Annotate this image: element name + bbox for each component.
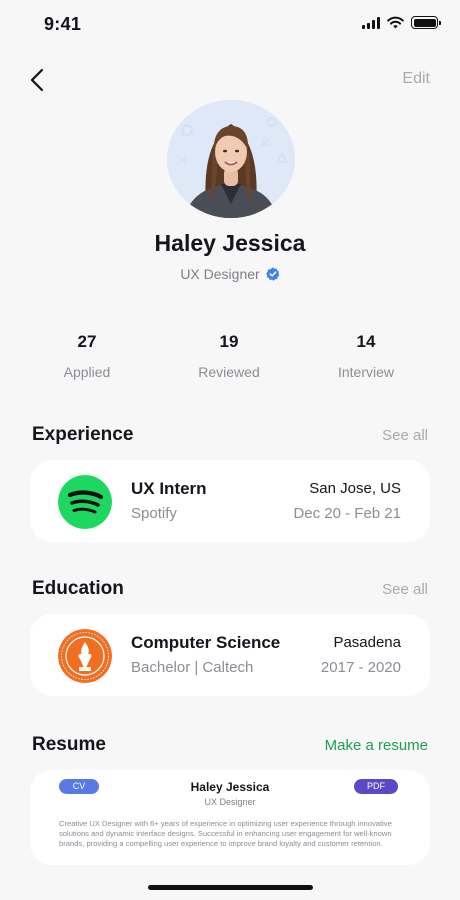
- verified-badge-icon: [265, 267, 279, 281]
- stat-value: 19: [219, 332, 239, 351]
- stat-value: 14: [356, 332, 376, 351]
- stat-label: Interview: [337, 364, 395, 380]
- stat-applied[interactable]: 27 Applied: [17, 332, 157, 380]
- home-indicator[interactable]: [148, 885, 313, 890]
- avatar: [167, 100, 295, 218]
- make-resume-link[interactable]: Make a resume: [325, 737, 428, 754]
- profile-role: UX Designer: [180, 266, 260, 282]
- education-years: 2017 - 2020: [320, 659, 401, 676]
- spotify-logo-icon: [58, 475, 112, 529]
- education-title: Computer Science: [131, 633, 281, 652]
- stat-reviewed[interactable]: 19 Reviewed: [159, 332, 299, 380]
- experience-card[interactable]: UX Intern Spotify San Jose, US Dec 20 - …: [30, 460, 430, 542]
- status-icons: [362, 16, 441, 29]
- education-see-all-link[interactable]: See all: [382, 581, 428, 598]
- pdf-badge[interactable]: PDF: [354, 779, 398, 794]
- caltech-seal-icon: [58, 629, 112, 683]
- battery-icon: [411, 16, 441, 29]
- edit-button[interactable]: Edit: [402, 70, 430, 88]
- profile-role-row: UX Designer: [0, 266, 460, 282]
- wifi-icon: [387, 16, 404, 29]
- stat-label: Reviewed: [198, 364, 260, 380]
- education-heading: Education: [32, 578, 124, 599]
- experience-location: San Jose, US: [309, 480, 401, 497]
- education-location: Pasadena: [333, 634, 401, 651]
- resume-summary: Creative UX Designer with 6+ years of ex…: [59, 819, 392, 848]
- experience-company: Spotify: [131, 505, 177, 522]
- status-bar: 9:41: [0, 0, 460, 48]
- education-subtitle: Bachelor | Caltech: [131, 659, 254, 676]
- resume-card[interactable]: CV Haley Jessica PDF UX Designer Creativ…: [30, 770, 430, 865]
- battery-level: [413, 18, 436, 27]
- experience-dates: Dec 20 - Feb 21: [293, 505, 401, 522]
- chevron-left-icon: [30, 68, 44, 92]
- stat-interview[interactable]: 14 Interview: [296, 332, 436, 380]
- profile-photo: [167, 100, 295, 218]
- experience-see-all-link[interactable]: See all: [382, 427, 428, 444]
- experience-heading: Experience: [32, 424, 134, 445]
- experience-title: UX Intern: [131, 479, 207, 498]
- cellular-signal-icon: [362, 16, 380, 29]
- stat-value: 27: [77, 332, 97, 351]
- education-card[interactable]: Computer Science Bachelor | Caltech Pasa…: [30, 614, 430, 696]
- resume-role: UX Designer: [204, 797, 256, 807]
- status-time: 9:41: [44, 14, 82, 34]
- back-button[interactable]: [24, 66, 50, 94]
- profile-name: Haley Jessica: [154, 230, 306, 256]
- stat-label: Applied: [63, 364, 111, 380]
- resume-heading: Resume: [32, 734, 106, 755]
